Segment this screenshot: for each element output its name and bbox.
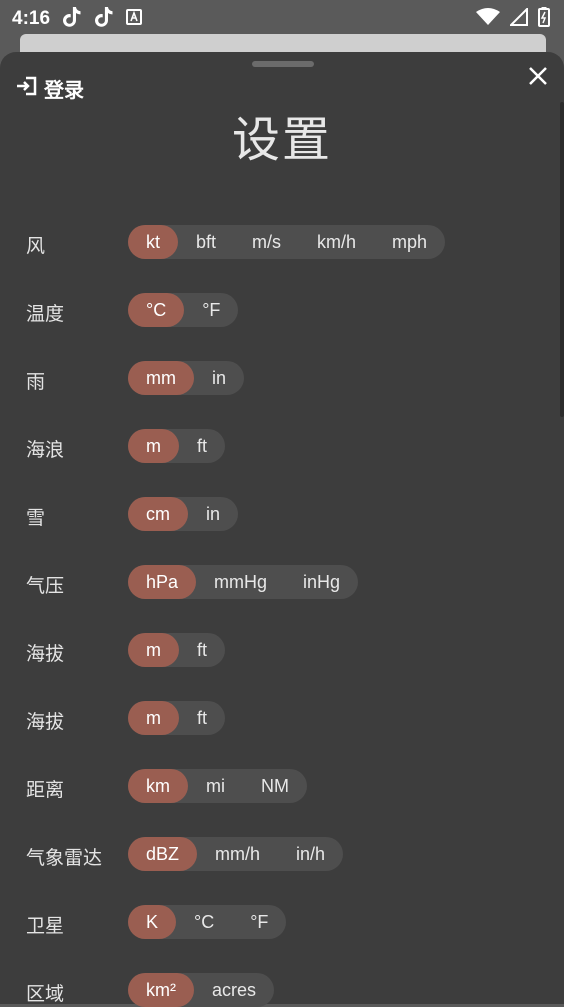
setting-label: 温度	[26, 304, 65, 325]
unit-option[interactable]: km	[128, 769, 188, 803]
unit-option[interactable]: bft	[178, 225, 234, 259]
unit-option[interactable]: mi	[188, 769, 243, 803]
unit-option[interactable]: K	[128, 905, 177, 939]
close-button[interactable]	[524, 64, 552, 92]
unit-option[interactable]: cm	[128, 497, 188, 531]
unit-option[interactable]: °F	[184, 293, 238, 327]
unit-selector: m ft	[128, 633, 226, 667]
page-title: 设置	[231, 114, 332, 167]
unit-selector: °C °F	[128, 293, 239, 327]
setting-row: 区域 km² acres	[0, 973, 564, 1007]
close-icon	[528, 66, 548, 91]
setting-row: 气象雷达 dBZ mm/h in/h	[0, 837, 564, 871]
unit-option[interactable]: m	[128, 429, 179, 463]
unit-selector: hPa mmHg inHg	[128, 565, 359, 599]
unit-option[interactable]: m/s	[234, 225, 299, 259]
unit-selector: km² acres	[128, 973, 275, 1007]
setting-row: 海拔 m ft	[0, 633, 564, 667]
unit-option[interactable]: hPa	[128, 565, 197, 599]
unit-option[interactable]: kt	[128, 225, 179, 259]
signal-icon	[508, 6, 528, 31]
unit-option[interactable]: mph	[374, 225, 445, 259]
unit-option[interactable]: mm	[128, 361, 194, 395]
setting-row: 风 kt bft m/s km/h mph	[0, 225, 564, 259]
tiktok-icon	[62, 6, 82, 33]
setting-label: 卫星	[26, 916, 65, 937]
unit-selector: kt bft m/s km/h mph	[128, 225, 446, 259]
unit-option[interactable]: mm/h	[197, 837, 278, 871]
setting-label: 气压	[26, 576, 65, 597]
setting-row: 海拔 m ft	[0, 701, 564, 735]
unit-option[interactable]: °C	[128, 293, 185, 327]
setting-row: 卫星 K °C °F	[0, 905, 564, 939]
unit-option[interactable]: in/h	[278, 837, 343, 871]
unit-option[interactable]: dBZ	[128, 837, 198, 871]
settings-sheet: 登录 设置 风 kt bft m/s km/h mph 温度 °C °F 雨 mm in 海浪 m ft 雪 c…	[0, 52, 564, 1007]
setting-row: 距离 km mi NM	[0, 769, 564, 803]
unit-selector: K °C °F	[128, 905, 287, 939]
unit-option[interactable]: mmHg	[196, 565, 285, 599]
setting-label: 雨	[26, 372, 46, 393]
login-label: 登录	[44, 80, 84, 102]
setting-label: 海浪	[26, 440, 65, 461]
unit-option[interactable]: ft	[179, 429, 225, 463]
login-button[interactable]: 登录	[16, 74, 84, 103]
login-icon	[16, 75, 38, 103]
setting-label: 区域	[26, 984, 65, 1005]
unit-option[interactable]: °F	[232, 905, 286, 939]
setting-row: 温度 °C °F	[0, 293, 564, 327]
unit-selector: m ft	[128, 701, 226, 735]
tiktok-icon	[94, 6, 114, 33]
unit-option[interactable]: km²	[128, 973, 194, 1007]
unit-option[interactable]: NM	[243, 769, 307, 803]
unit-option[interactable]: m	[128, 633, 179, 667]
setting-label: 风	[26, 236, 46, 257]
setting-label: 雪	[26, 508, 46, 529]
setting-label: 气象雷达	[26, 848, 103, 869]
setting-label: 海拔	[26, 712, 65, 733]
setting-row: 海浪 m ft	[0, 429, 564, 463]
unit-selector: km mi NM	[128, 769, 307, 803]
status-bar: 4:16	[0, 0, 564, 38]
unit-selector: dBZ mm/h in/h	[128, 837, 344, 871]
setting-row: 雨 mm in	[0, 361, 564, 395]
setting-label: 距离	[26, 780, 65, 801]
setting-row: 雪 cm in	[0, 497, 564, 531]
setting-row: 气压 hPa mmHg inHg	[0, 565, 564, 599]
unit-option[interactable]: °C	[176, 905, 232, 939]
wifi-icon	[476, 7, 500, 31]
unit-option[interactable]: acres	[194, 973, 274, 1007]
unit-option[interactable]: km/h	[299, 225, 374, 259]
unit-selector: m ft	[128, 429, 226, 463]
unit-option[interactable]: ft	[179, 633, 225, 667]
drag-handle[interactable]	[252, 61, 314, 67]
translate-icon	[126, 8, 143, 30]
battery-icon	[538, 6, 550, 32]
unit-option[interactable]: in	[194, 361, 244, 395]
unit-option[interactable]: m	[128, 701, 179, 735]
setting-label: 海拔	[26, 644, 65, 665]
unit-option[interactable]: inHg	[285, 565, 358, 599]
unit-selector: cm in	[128, 497, 239, 531]
unit-option[interactable]: in	[188, 497, 238, 531]
unit-option[interactable]: ft	[179, 701, 225, 735]
unit-selector: mm in	[128, 361, 245, 395]
status-time: 4:16	[12, 8, 51, 29]
